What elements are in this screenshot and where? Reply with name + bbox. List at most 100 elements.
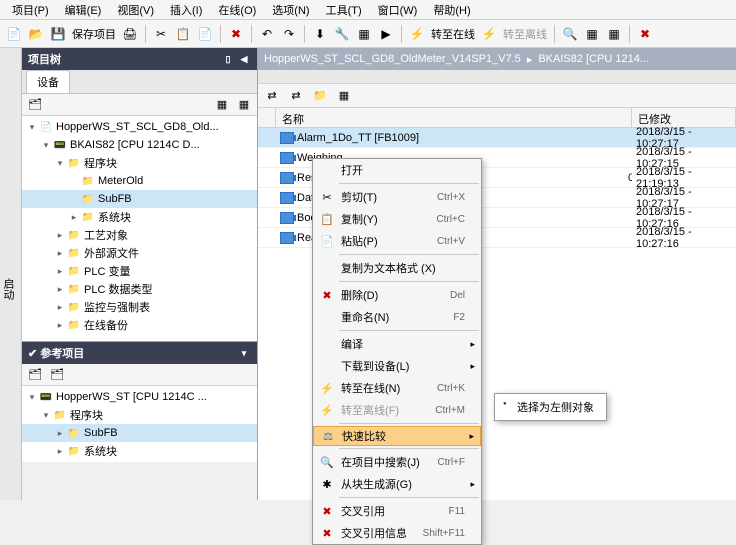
tree-row[interactable]: ▾📄HopperWS_ST_SCL_GD8_Old... bbox=[22, 118, 257, 136]
list-toolbar: ⇄ ⇄ 📁 ▦ bbox=[258, 84, 736, 108]
copy-icon[interactable]: 📋 bbox=[173, 24, 193, 44]
tb-icon-1[interactable]: 🔍 bbox=[560, 24, 580, 44]
reference-project-title: ✔ 参考项目 ▾ bbox=[22, 342, 257, 364]
mi-go-online[interactable]: ⚡转至在线(N)Ctrl+K bbox=[313, 377, 481, 399]
ref-collapse-icon[interactable]: ▾ bbox=[237, 346, 251, 360]
project-tree-title: 项目树 ▯ ◀ bbox=[22, 48, 257, 70]
menu-item[interactable]: 插入(I) bbox=[162, 0, 210, 20]
menu-item[interactable]: 视图(V) bbox=[109, 0, 162, 20]
go-offline-icon[interactable]: ⚡ bbox=[479, 24, 499, 44]
tree-row[interactable]: ▸📁外部源文件 bbox=[22, 244, 257, 262]
mi-paste[interactable]: 📄粘贴(P)Ctrl+V bbox=[313, 230, 481, 252]
side-tab-start[interactable]: 启动 bbox=[0, 48, 22, 500]
menu-item[interactable]: 选项(N) bbox=[264, 0, 317, 20]
mi-xref[interactable]: ✖交叉引用F11 bbox=[313, 500, 481, 522]
mi-rename[interactable]: 重命名(N)F2 bbox=[313, 306, 481, 328]
menu-item[interactable]: 窗口(W) bbox=[370, 0, 426, 20]
menu-item[interactable]: 帮助(H) bbox=[425, 0, 478, 20]
tree-row[interactable]: ▾📁程序块 bbox=[22, 406, 257, 424]
compile-icon[interactable]: 🔧 bbox=[332, 24, 352, 44]
mi-compile[interactable]: 编译▸ bbox=[313, 333, 481, 355]
devices-tabrow: 设备 bbox=[22, 70, 257, 94]
tb-icon-3[interactable]: ▦ bbox=[604, 24, 624, 44]
sim-icon[interactable]: ▦ bbox=[354, 24, 374, 44]
mi-copy-text[interactable]: 复制为文本格式 (X) bbox=[313, 257, 481, 279]
save-icon[interactable]: 💾 bbox=[48, 24, 68, 44]
panel-collapse-icon[interactable]: ◀ bbox=[237, 52, 251, 66]
go-online-icon[interactable]: ⚡ bbox=[407, 24, 427, 44]
paste-icon[interactable]: 📄 bbox=[195, 24, 215, 44]
open-project-icon[interactable]: 📂 bbox=[26, 24, 46, 44]
mi-cut[interactable]: ✂剪切(T)Ctrl+X bbox=[313, 186, 481, 208]
rtb-3[interactable]: 📁 bbox=[310, 87, 330, 105]
redo-icon[interactable]: ↷ bbox=[279, 24, 299, 44]
tree-row[interactable]: ▸📁PLC 数据类型 bbox=[22, 280, 257, 298]
tree-btn-3[interactable]: ▦ bbox=[235, 96, 253, 114]
start-icon[interactable]: ▶ bbox=[376, 24, 396, 44]
mi-download[interactable]: 下载到设备(L)▸ bbox=[313, 355, 481, 377]
ref-btn-2[interactable]: 🗂 bbox=[48, 366, 66, 384]
block-icon bbox=[280, 192, 294, 204]
new-project-icon[interactable]: 📄 bbox=[4, 24, 24, 44]
tab-devices[interactable]: 设备 bbox=[26, 70, 70, 93]
tree-btn-2[interactable]: ▦ bbox=[213, 96, 231, 114]
rtb-2[interactable]: ⇄ bbox=[286, 87, 306, 105]
reference-tree[interactable]: ▾📟HopperWS_ST [CPU 1214C ...▾📁程序块▸📁SubFB… bbox=[22, 386, 257, 462]
menu-item[interactable]: 工具(T) bbox=[318, 0, 370, 20]
ref-btn-1[interactable]: 🗂 bbox=[26, 366, 44, 384]
cut-icon[interactable]: ✂ bbox=[151, 24, 171, 44]
tree-row[interactable]: ▸📁PLC 变量 bbox=[22, 262, 257, 280]
tree-row[interactable]: ▸📁监控与强制表 bbox=[22, 298, 257, 316]
mi-open[interactable]: 打开 bbox=[313, 159, 481, 181]
mi-xref-info[interactable]: ✖交叉引用信息Shift+F11 bbox=[313, 522, 481, 544]
download-icon[interactable]: ⬇ bbox=[310, 24, 330, 44]
tree-row[interactable]: ▸📁系统块 bbox=[22, 442, 257, 460]
mi-delete[interactable]: ✖删除(D)Del bbox=[313, 284, 481, 306]
menu-item[interactable]: 编辑(E) bbox=[57, 0, 110, 20]
panel-pin-icon[interactable]: ▯ bbox=[221, 52, 235, 66]
menubar: 项目(P)编辑(E)视图(V)插入(I)在线(O)选项(N)工具(T)窗口(W)… bbox=[0, 0, 736, 20]
rtb-4[interactable]: ▦ bbox=[334, 87, 354, 105]
block-icon bbox=[280, 132, 294, 144]
close-icon[interactable]: ✖ bbox=[635, 24, 655, 44]
col-modified[interactable]: 已修改 bbox=[632, 108, 736, 127]
tree-row[interactable]: ▸📁在线备份 bbox=[22, 316, 257, 334]
tree-row[interactable]: ▸📁系统块 bbox=[22, 208, 257, 226]
rtb-1[interactable]: ⇄ bbox=[262, 87, 282, 105]
tree-row[interactable]: ▸📁工艺对象 bbox=[22, 226, 257, 244]
mi-quick-compare[interactable]: ⚖快速比较▸ bbox=[313, 426, 481, 446]
tree-row[interactable]: ▸📁SubFB bbox=[22, 424, 257, 442]
block-icon bbox=[280, 232, 294, 244]
main-toolbar: 📄 📂 💾 保存项目 🖨 ✂ 📋 📄 ✖ ↶ ↷ ⬇ 🔧 ▦ ▶ ⚡ 转至在线 … bbox=[0, 20, 736, 48]
block-icon bbox=[280, 152, 294, 164]
tree-row[interactable]: 📁SubFB bbox=[22, 190, 257, 208]
project-tree[interactable]: ▾📄HopperWS_ST_SCL_GD8_Old...▾📟BKAIS82 [C… bbox=[22, 116, 257, 341]
tree-row[interactable]: 📁MeterOld bbox=[22, 172, 257, 190]
delete-icon[interactable]: ✖ bbox=[226, 24, 246, 44]
tree-row[interactable]: ▾📟HopperWS_ST [CPU 1214C ... bbox=[22, 388, 257, 406]
block-icon bbox=[280, 172, 294, 184]
tree-toolbar: 🗂 ▦ ▦ bbox=[22, 94, 257, 116]
ref-toolbar: 🗂 🗂 bbox=[22, 364, 257, 386]
mi-search[interactable]: 🔍在项目中搜索(J)Ctrl+F bbox=[313, 451, 481, 473]
tree-btn-1[interactable]: 🗂 bbox=[26, 96, 44, 114]
col-name[interactable]: 名称 bbox=[276, 108, 632, 127]
go-offline-label[interactable]: 转至离线 bbox=[501, 26, 549, 42]
go-online-label[interactable]: 转至在线 bbox=[429, 26, 477, 42]
context-menu[interactable]: 打开 ✂剪切(T)Ctrl+X 📋复制(Y)Ctrl+C 📄粘贴(P)Ctrl+… bbox=[312, 158, 482, 545]
quick-compare-submenu[interactable]: 选择为左侧对象 bbox=[494, 393, 607, 421]
mi-go-offline: ⚡转至离线(F)Ctrl+M bbox=[313, 399, 481, 421]
menu-item[interactable]: 项目(P) bbox=[4, 0, 57, 20]
menu-item[interactable]: 在线(O) bbox=[210, 0, 264, 20]
mi-gen-from-block[interactable]: ✱从块生成源(G)▸ bbox=[313, 473, 481, 495]
print-icon[interactable]: 🖨 bbox=[120, 24, 140, 44]
breadcrumb: HopperWS_ST_SCL_GD8_OldMeter_V14SP1_V7.5… bbox=[258, 48, 736, 70]
tree-row[interactable]: ▾📁程序块 bbox=[22, 154, 257, 172]
mi-copy[interactable]: 📋复制(Y)Ctrl+C bbox=[313, 208, 481, 230]
undo-icon[interactable]: ↶ bbox=[257, 24, 277, 44]
smi-select-left[interactable]: 选择为左侧对象 bbox=[497, 396, 604, 418]
tb-icon-2[interactable]: ▦ bbox=[582, 24, 602, 44]
block-icon bbox=[280, 212, 294, 224]
save-project-label[interactable]: 保存项目 bbox=[70, 26, 118, 42]
tree-row[interactable]: ▾📟BKAIS82 [CPU 1214C D... bbox=[22, 136, 257, 154]
